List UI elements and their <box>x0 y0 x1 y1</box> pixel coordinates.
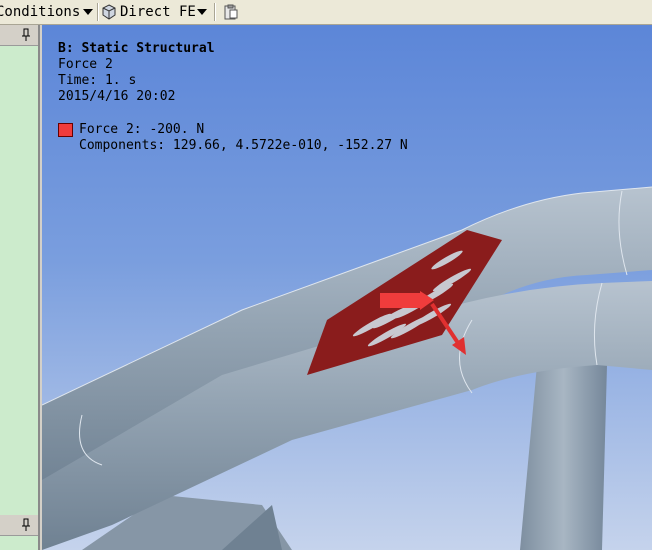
left-panel-header-lower <box>0 515 38 536</box>
force-legend: Force 2: -200. N Components: 129.66, 4.5… <box>58 122 408 154</box>
conditions-dropdown[interactable]: Conditions <box>0 2 80 22</box>
date-text: 2015/4/16 20:02 <box>58 89 176 104</box>
pin-icon[interactable] <box>20 518 32 532</box>
toolbar-separator <box>214 3 216 21</box>
clipboard-icon <box>224 4 238 20</box>
left-panel <box>0 25 40 550</box>
object-name: Force 2 <box>58 57 113 72</box>
direct-fe-dropdown[interactable]: Direct FE <box>101 2 196 22</box>
toolbar: Conditions Direct FE <box>0 0 652 25</box>
legend-components: Components: 129.66, 4.5722e-010, -152.27… <box>79 138 408 153</box>
analysis-info: B: Static Structural Force 2 Time: 1. s … <box>58 41 215 105</box>
graphics-viewport[interactable]: B: Static Structural Force 2 Time: 1. s … <box>42 25 652 550</box>
pin-icon[interactable] <box>20 28 32 42</box>
time-text: Time: 1. s <box>58 73 137 88</box>
legend-force: Force 2: -200. N <box>79 122 205 137</box>
conditions-label: Conditions <box>0 4 81 20</box>
clipboard-button[interactable] <box>223 2 239 22</box>
conditions-dropdown-arrow-icon[interactable] <box>81 3 95 21</box>
left-panel-header <box>0 25 38 46</box>
force-color-swatch <box>58 123 73 137</box>
cube-icon <box>102 4 116 20</box>
direct-fe-label: Direct FE <box>120 4 196 20</box>
analysis-title: B: Static Structural <box>58 41 215 56</box>
toolbar-separator <box>97 3 99 21</box>
vertical-tube <box>520 365 607 550</box>
direct-fe-dropdown-arrow-icon[interactable] <box>195 3 209 21</box>
